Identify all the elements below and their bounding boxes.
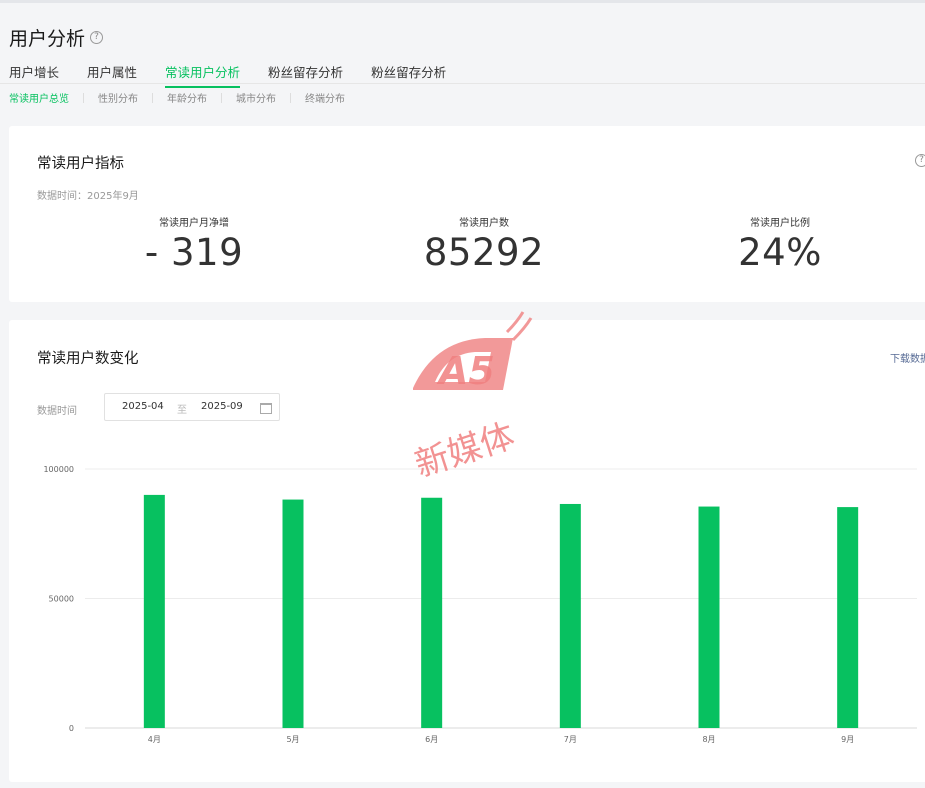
subtab-device[interactable]: 终端分布 (305, 90, 345, 105)
tab-user-growth[interactable]: 用户增长 (9, 62, 59, 88)
x-tick-label: 5月 (286, 735, 299, 744)
help-icon[interactable]: ? (915, 154, 925, 167)
bar (421, 497, 443, 728)
metric-value: 24% (738, 231, 822, 274)
page-title: 用户分析 (9, 28, 86, 50)
tab-fan-retention[interactable]: 粉丝留存分析 (268, 62, 343, 88)
metric-net-growth: 常读用户月净增 - 319 (94, 214, 294, 274)
top-border (0, 0, 925, 3)
subtab-separator (83, 92, 84, 103)
subtab-gender[interactable]: 性别分布 (98, 90, 138, 105)
tab-user-attributes[interactable]: 用户属性 (87, 62, 137, 88)
y-tick-label: 100000 (43, 465, 74, 474)
tab-fan-retention-2[interactable]: 粉丝留存分析 (371, 62, 446, 88)
bar (282, 499, 304, 728)
sub-tabs: 常读用户总览 性别分布 年龄分布 城市分布 终端分布 (9, 90, 345, 105)
help-icon[interactable]: ? (90, 31, 104, 44)
subtab-separator (221, 92, 222, 103)
x-tick-label: 8月 (702, 735, 715, 744)
metric-label: 常读用户月净增 (159, 218, 229, 229)
trend-card: 常读用户数变化 下载数据 数据时间 2025-04 至 2025-09 0500… (9, 320, 925, 782)
metric-reader-ratio: 常读用户比例 24% (680, 214, 880, 274)
metrics-card-title: 常读用户指标 (37, 156, 124, 172)
x-tick-label: 9月 (841, 735, 854, 744)
page-header: 用户分析 ? (9, 24, 104, 51)
metric-reader-count: 常读用户数 85292 (384, 214, 584, 274)
bar (143, 494, 165, 728)
subtab-overview[interactable]: 常读用户总览 (9, 90, 69, 105)
bar-chart: 0 50000 100000 4月 5月 6月 7月 8月 9月 (43, 465, 917, 744)
x-tick-label: 6月 (425, 735, 438, 744)
metric-label: 常读用户数 (459, 218, 509, 229)
metric-label: 常读用户比例 (750, 218, 810, 229)
main-tabs: 用户增长 用户属性 常读用户分析 粉丝留存分析 粉丝留存分析 (9, 62, 474, 88)
bar (559, 503, 581, 728)
metrics-card: 常读用户指标 ? 数据时间：2025年9月 常读用户月净增 - 319 常读用户… (9, 126, 925, 302)
x-tick-label: 7月 (564, 735, 577, 744)
tabs-divider (0, 83, 925, 84)
bar (837, 507, 859, 728)
tab-frequent-readers[interactable]: 常读用户分析 (165, 62, 241, 88)
y-tick-label: 0 (69, 724, 74, 733)
bar (698, 506, 720, 728)
y-tick-label: 50000 (49, 595, 74, 604)
metric-value: 85292 (423, 231, 545, 274)
metric-value: - 319 (144, 231, 244, 274)
subtab-city[interactable]: 城市分布 (236, 90, 276, 105)
x-tick-label: 4月 (148, 735, 161, 744)
subtab-separator (290, 92, 291, 103)
data-time-label: 数据时间：2025年9月 (37, 191, 139, 202)
subtab-age[interactable]: 年龄分布 (167, 90, 207, 105)
subtab-separator (152, 92, 153, 103)
